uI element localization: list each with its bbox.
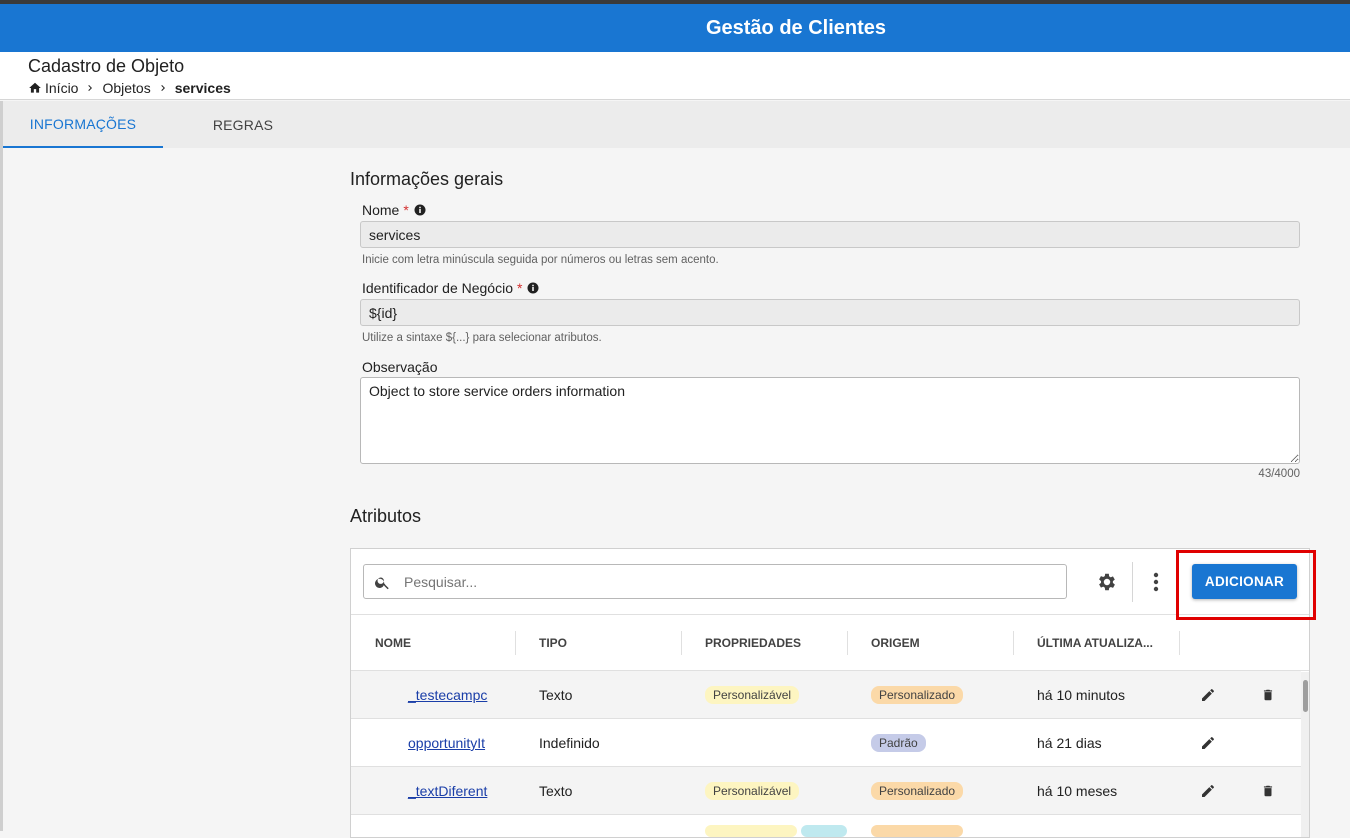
observacao-textarea[interactable]: Object to store service orders informati… — [360, 377, 1300, 464]
required-mark: * — [403, 202, 409, 218]
breadcrumb-home-label: Início — [45, 80, 79, 96]
breadcrumb-home[interactable]: Início — [28, 80, 78, 96]
origin-chip: Personalizado — [871, 686, 964, 704]
attribute-type: Indefinido — [539, 735, 600, 751]
search-icon — [374, 574, 391, 591]
pencil-icon[interactable] — [1198, 781, 1218, 801]
app-bar: Gestão de Clientes — [0, 4, 1350, 52]
column-header-tipo[interactable]: TIPO — [515, 615, 567, 671]
attributes-card: ADICIONAR NOME TIPO PROPRIEDADES ORIGEM … — [350, 548, 1310, 838]
attribute-type: Texto — [539, 687, 573, 703]
table-row[interactable]: _testecampc Texto Personalizável Persona… — [351, 671, 1301, 719]
chevron-right-icon — [84, 82, 96, 94]
tab-regras[interactable]: REGRAS — [163, 101, 323, 148]
nome-label-text: Nome — [362, 202, 400, 218]
char-counter: 43/4000 — [1258, 468, 1300, 480]
property-chip: Personalizável — [705, 686, 800, 704]
table-row[interactable]: opportunityIt Indefinido Padrão há 21 di… — [351, 719, 1301, 767]
attribute-name-link[interactable]: _textDiferent — [408, 783, 487, 799]
pencil-icon[interactable] — [1198, 733, 1218, 753]
identificador-helper: Utilize a sintaxe ${...} para selecionar… — [362, 332, 602, 344]
breadcrumb-current: services — [174, 80, 231, 96]
toolbar-divider — [1132, 562, 1133, 602]
origin-chip: Padrão — [871, 734, 926, 752]
info-icon[interactable] — [414, 204, 426, 216]
page-title: Cadastro de Objeto — [28, 56, 185, 76]
table-row[interactable] — [351, 815, 1301, 837]
property-chip-partial — [705, 825, 797, 837]
search-input[interactable] — [404, 571, 1044, 593]
highlight-box — [1176, 550, 1316, 620]
tab-bar: INFORMAÇÕES REGRAS — [3, 101, 1350, 148]
required-mark: * — [517, 280, 523, 296]
attribute-name-link[interactable]: _testecampc — [408, 687, 487, 703]
search-box[interactable] — [363, 564, 1067, 599]
page-header: Cadastro de Objeto Início Objetos servic… — [0, 52, 1350, 100]
more-vert-icon[interactable] — [1145, 569, 1167, 595]
property-chip: Personalizável — [705, 782, 800, 800]
observacao-label-text: Observação — [362, 359, 438, 375]
general-info-title: Informações gerais — [350, 169, 504, 189]
breadcrumb-objetos[interactable]: Objetos — [102, 80, 150, 96]
identificador-input[interactable] — [360, 299, 1300, 326]
origin-chip-partial — [871, 825, 963, 837]
table-scrollbar[interactable] — [1301, 672, 1309, 837]
nome-label: Nome * — [362, 202, 426, 218]
updated-time: há 10 meses — [1037, 783, 1118, 799]
column-header-ultima-atualizacao[interactable]: ÚLTIMA ATUALIZA... — [1013, 615, 1153, 671]
breadcrumb: Início Objetos services — [28, 80, 231, 96]
trash-icon[interactable] — [1258, 685, 1278, 705]
gear-icon[interactable] — [1094, 569, 1120, 595]
column-divider — [1179, 631, 1180, 655]
identificador-label-text: Identificador de Negócio — [362, 280, 513, 296]
attributes-title: Atributos — [350, 506, 422, 526]
chevron-right-icon — [157, 82, 169, 94]
column-header-nome[interactable]: NOME — [351, 615, 411, 671]
updated-time: há 21 dias — [1037, 735, 1102, 751]
home-icon — [28, 81, 42, 95]
nome-helper: Inicie com letra minúscula seguida por n… — [362, 254, 719, 266]
column-header-origem[interactable]: ORIGEM — [847, 615, 920, 671]
app-title: Gestão de Clientes — [705, 16, 887, 39]
trash-icon[interactable] — [1258, 781, 1278, 801]
attribute-name-link[interactable]: opportunityIt — [408, 735, 485, 751]
left-edge-bar — [0, 101, 3, 831]
updated-time: há 10 minutos — [1037, 687, 1125, 703]
table-header: NOME TIPO PROPRIEDADES ORIGEM ÚLTIMA ATU… — [351, 614, 1309, 671]
info-icon[interactable] — [527, 282, 539, 294]
observacao-label: Observação — [362, 359, 437, 375]
identificador-label: Identificador de Negócio * — [362, 280, 539, 296]
property-chip-partial — [801, 825, 847, 837]
column-header-propriedades[interactable]: PROPRIEDADES — [681, 615, 801, 671]
origin-chip: Personalizado — [871, 782, 964, 800]
attribute-type: Texto — [539, 783, 573, 799]
table-row[interactable]: _textDiferent Texto Personalizável Perso… — [351, 767, 1301, 815]
tab-informacoes[interactable]: INFORMAÇÕES — [3, 101, 163, 148]
scrollbar-thumb[interactable] — [1303, 680, 1308, 712]
nome-input[interactable] — [360, 221, 1300, 248]
pencil-icon[interactable] — [1198, 685, 1218, 705]
